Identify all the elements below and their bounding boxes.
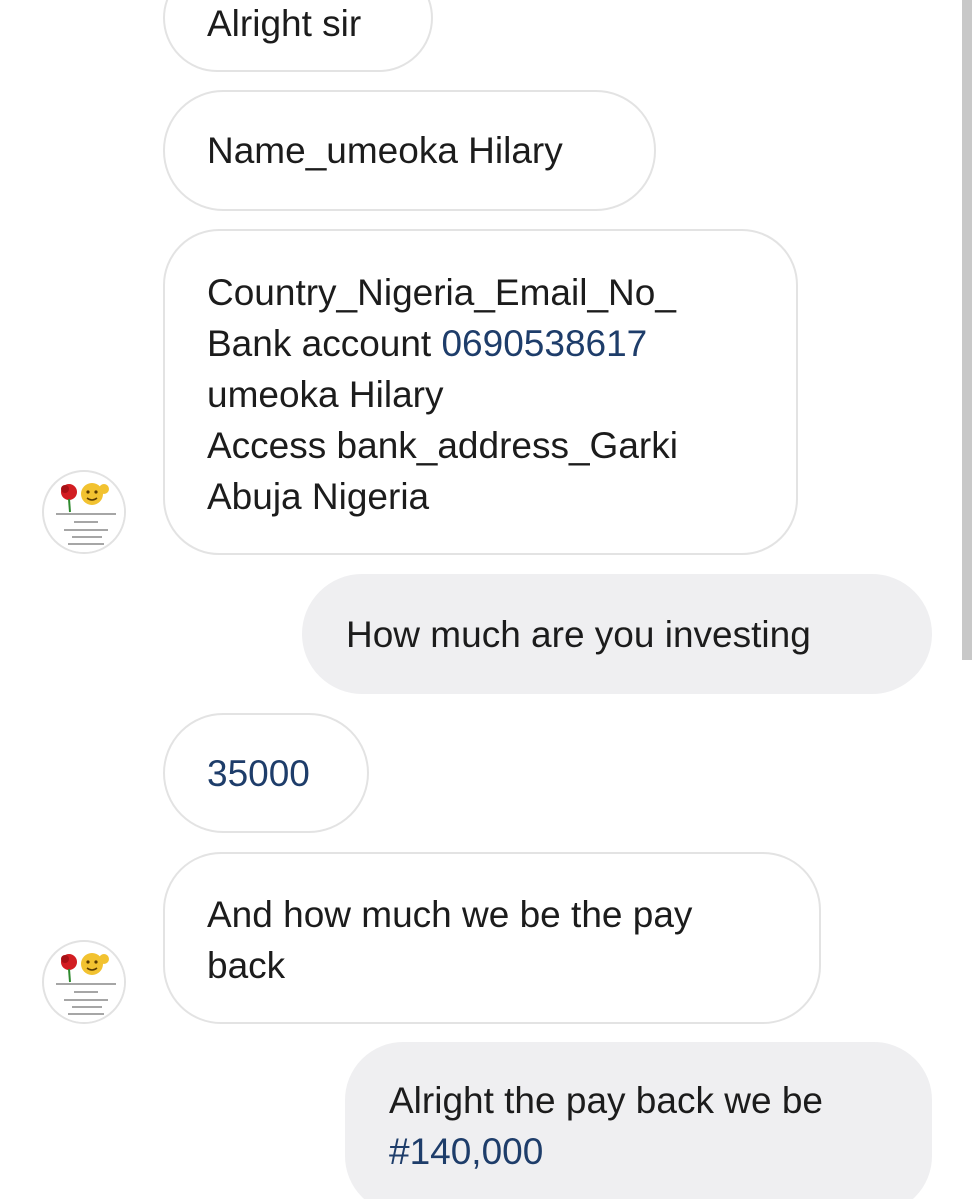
message-text: Abuja Nigeria — [207, 476, 430, 517]
message-text: back — [207, 945, 286, 986]
received-message-bubble[interactable]: Name_umeoka Hilary — [163, 90, 656, 211]
chat-screen: Alright sir Name_umeoka Hilary Country_N… — [0, 0, 972, 1199]
contact-avatar[interactable] — [42, 470, 126, 554]
contact-avatar[interactable] — [42, 940, 126, 1024]
message-text: How much are you investing — [346, 614, 811, 655]
message-text: Alright sir — [207, 3, 362, 44]
message-text: And how much we be the pay — [207, 894, 693, 935]
rose-and-emoji-avatar-icon — [45, 943, 124, 1022]
amount-link[interactable]: 35000 — [207, 748, 325, 799]
message-text: Alright the pay back we be — [389, 1080, 823, 1121]
amount-link[interactable]: #140,000 — [389, 1126, 888, 1177]
message-text-line: Bank account 0690538617 — [207, 318, 754, 369]
message-text: umeoka Hilary — [207, 374, 444, 415]
message-text: Access bank_address_Garki — [207, 425, 678, 466]
message-text: Name_umeoka Hilary — [207, 130, 563, 171]
received-message-bubble[interactable]: 35000 — [163, 713, 369, 833]
received-message-bubble[interactable]: Country_Nigeria_Email_No_ Bank account 0… — [163, 229, 798, 555]
received-message-bubble[interactable]: And how much we be the pay back — [163, 852, 821, 1024]
rose-and-emoji-avatar-icon — [45, 473, 124, 552]
scrollbar[interactable] — [962, 0, 972, 660]
message-text: Bank account — [207, 323, 442, 364]
sent-message-bubble[interactable]: How much are you investing — [302, 574, 932, 694]
sent-message-bubble[interactable]: Alright the pay back we be #140,000 — [345, 1042, 932, 1199]
received-message-bubble[interactable]: Alright sir — [163, 0, 433, 72]
message-text: Country_Nigeria_Email_No_ — [207, 272, 676, 313]
account-number-link[interactable]: 0690538617 — [441, 323, 647, 364]
